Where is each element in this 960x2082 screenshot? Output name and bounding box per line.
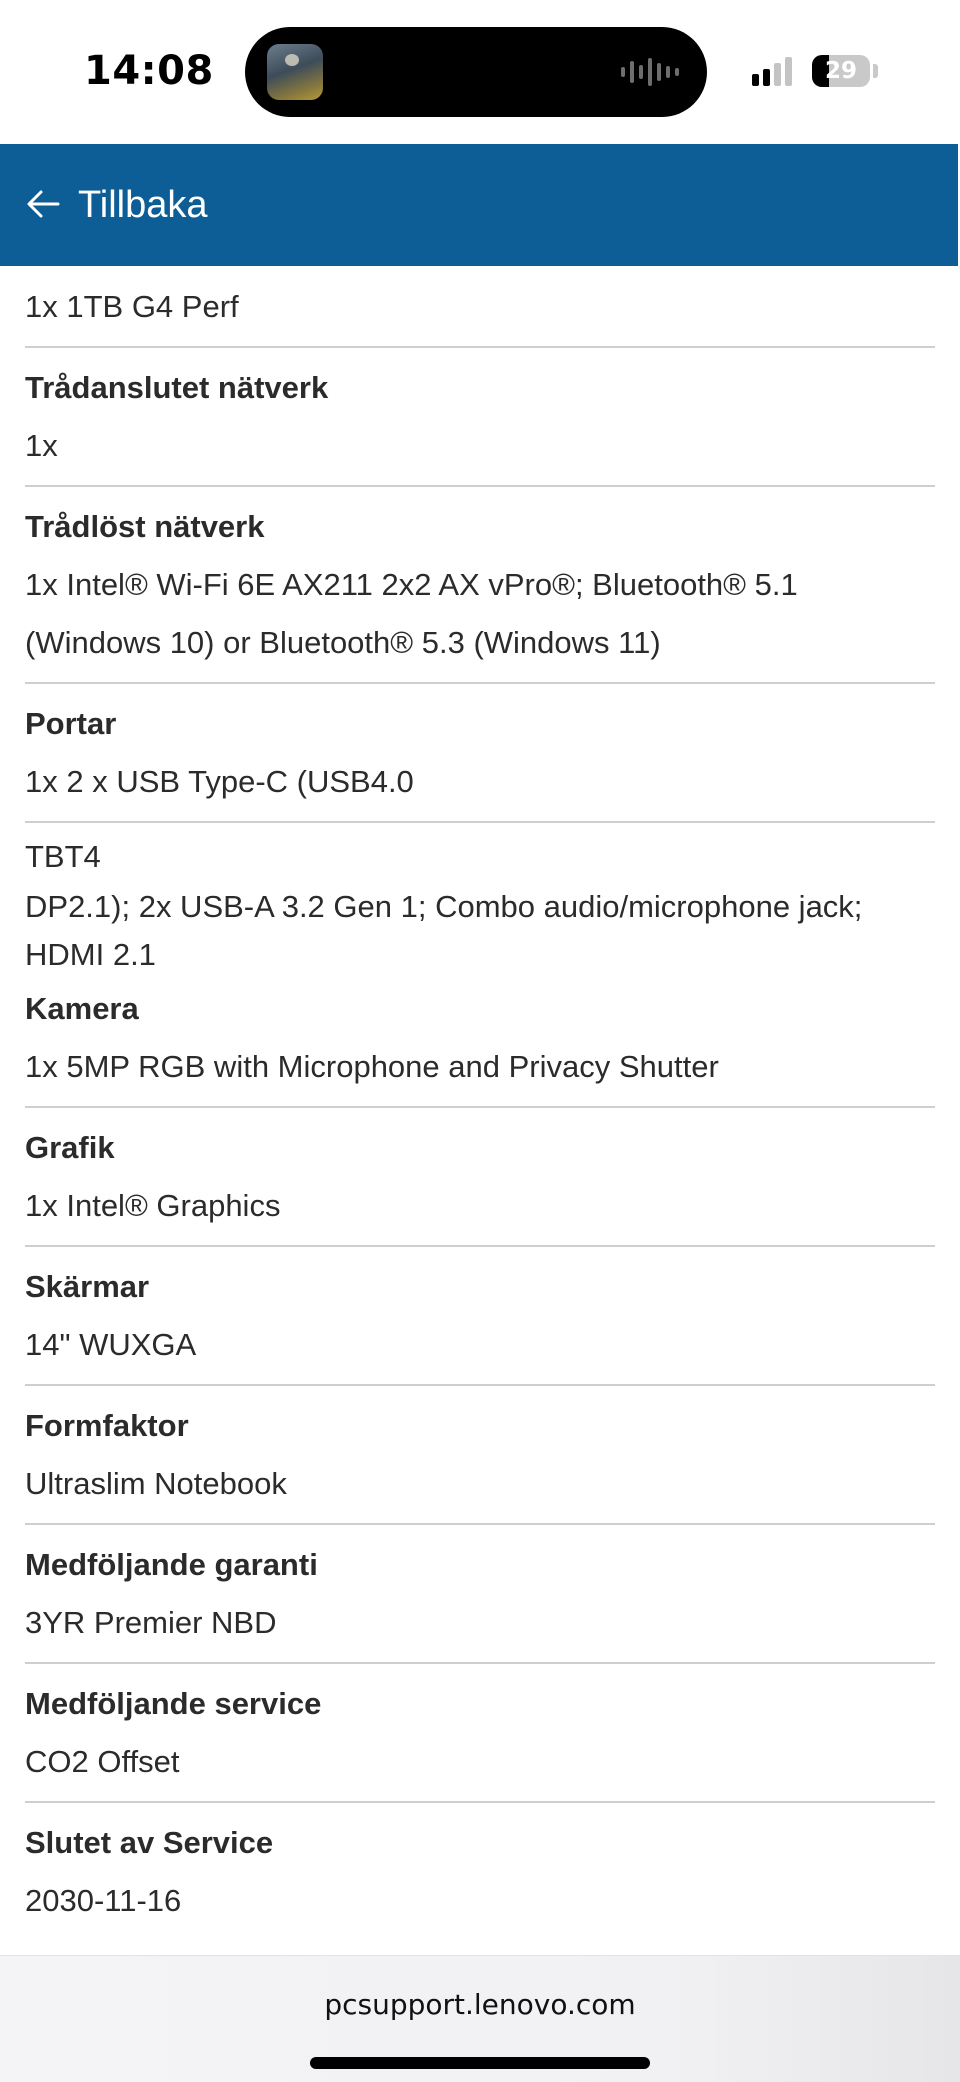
divider <box>25 485 935 487</box>
spec-label-graphics: Grafik <box>25 1130 115 1165</box>
spec-value-displays: 14" WUXGA <box>25 1327 197 1362</box>
signal-bar <box>774 63 781 86</box>
divider <box>25 1106 935 1108</box>
address-url[interactable]: pcsupport.lenovo.com <box>0 1988 960 2021</box>
spec-value-wireless-network-line1: 1x Intel® Wi-Fi 6E AX211 2x2 AX vPro®; B… <box>25 567 798 602</box>
spec-value-wireless-network-line2: (Windows 10) or Bluetooth® 5.3 (Windows … <box>25 625 661 660</box>
signal-bar <box>752 74 759 86</box>
home-indicator[interactable] <box>310 2057 650 2069</box>
cellular-signal-icon <box>752 56 792 86</box>
dynamic-island[interactable] <box>245 27 707 117</box>
now-playing-thumbnail[interactable] <box>267 44 323 100</box>
divider <box>25 1384 935 1386</box>
spec-label-displays: Skärmar <box>25 1269 150 1304</box>
spec-label-camera: Kamera <box>25 991 139 1026</box>
spec-value-end-of-service: 2030-11-16 <box>25 1883 182 1918</box>
audio-waveform-icon <box>621 57 679 87</box>
arrow-left-icon[interactable] <box>26 189 60 219</box>
divider <box>25 346 935 348</box>
divider <box>25 821 935 823</box>
spec-value-ports-extra-line3: HDMI 2.1 <box>25 937 156 972</box>
spec-label-service: Medföljande service <box>25 1686 322 1721</box>
spec-value-ports: 1x 2 x USB Type-C (USB4.0 <box>25 764 414 799</box>
spec-label-wired-network: Trådanslutet nätverk <box>25 370 329 405</box>
divider <box>25 1662 935 1664</box>
spec-value-graphics: 1x Intel® Graphics <box>25 1188 281 1223</box>
divider <box>25 1801 935 1803</box>
status-bar: 14:08 29 <box>0 0 960 144</box>
top-nav-bar: Tillbaka <box>0 144 958 266</box>
storage-value: 1x 1TB G4 Perf <box>25 289 239 324</box>
spec-value-form-factor: Ultraslim Notebook <box>25 1466 287 1501</box>
signal-bar <box>785 57 792 86</box>
signal-bar <box>763 69 770 86</box>
battery-level: 29 <box>824 58 857 84</box>
spec-label-wireless-network: Trådlöst nätverk <box>25 509 265 544</box>
status-time: 14:08 <box>84 48 214 94</box>
spec-value-wired-network: 1x <box>25 428 58 463</box>
battery-cap <box>873 64 878 78</box>
spec-label-warranty: Medföljande garanti <box>25 1547 318 1582</box>
back-button[interactable]: Tillbaka <box>78 184 208 227</box>
spec-value-warranty: 3YR Premier NBD <box>25 1605 277 1640</box>
battery-icon: 29 <box>812 55 870 87</box>
spec-value-service: CO2 Offset <box>25 1744 180 1779</box>
divider <box>25 1523 935 1525</box>
divider <box>25 682 935 684</box>
spec-label-end-of-service: Slutet av Service <box>25 1825 274 1860</box>
spec-label-ports: Portar <box>25 706 117 741</box>
divider <box>25 1245 935 1247</box>
spec-label-form-factor: Formfaktor <box>25 1408 189 1443</box>
spec-value-camera: 1x 5MP RGB with Microphone and Privacy S… <box>25 1049 719 1084</box>
browser-address-bar[interactable]: pcsupport.lenovo.com <box>0 1955 960 2082</box>
